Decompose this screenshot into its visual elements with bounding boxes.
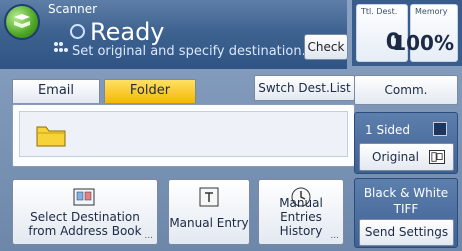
scan-type-group: 1 Sided Original xyxy=(354,112,458,174)
address-book-icon xyxy=(73,188,95,206)
comm-status-print-button[interactable]: Comm. Status/Print xyxy=(354,75,458,125)
destination-tabs: Email Folder Swtch Dest.List xyxy=(12,75,355,103)
send-mode: Black & White TIFF xyxy=(355,185,457,217)
tab-email[interactable]: Email xyxy=(12,79,100,103)
sided-label: 1 Sided xyxy=(365,123,411,137)
tab-folder[interactable]: Folder xyxy=(104,79,196,103)
folder-icon xyxy=(36,126,66,147)
original-orientation-icon xyxy=(429,150,445,164)
switch-dest-list-button[interactable]: Swtch Dest.List xyxy=(254,75,355,101)
header-bar: Scanner Ready Set original and specify d… xyxy=(0,0,348,69)
status-text: Ready xyxy=(90,18,165,46)
ready-status-icon xyxy=(70,24,85,39)
address-book-ellipsis: ... xyxy=(144,231,153,241)
memory-value: 100% xyxy=(392,31,454,55)
app-name: Scanner xyxy=(48,2,98,16)
manual-entries-history-button[interactable]: Manual Entries History ... xyxy=(258,179,344,245)
address-book-line1: Select Destination xyxy=(30,210,140,224)
send-settings-button[interactable]: Send Settings xyxy=(359,219,454,246)
check-button[interactable]: Check xyxy=(304,34,348,60)
destination-field[interactable] xyxy=(19,111,348,157)
scanner-app-icon xyxy=(4,4,40,40)
scanner-screen: Scanner Ready Set original and specify d… xyxy=(0,0,462,251)
scanner-dots-icon xyxy=(54,42,68,52)
sided-icon xyxy=(433,122,447,136)
destination-panel xyxy=(12,104,355,167)
send-settings-group: Black & White TIFF Send Settings xyxy=(354,178,458,248)
manual-entry-button[interactable]: Manual Entry xyxy=(168,179,250,245)
select-from-address-book-button[interactable]: Select Destination from Address Book ... xyxy=(12,179,158,245)
text-entry-icon xyxy=(199,187,219,207)
manual-entry-label: Manual Entry xyxy=(169,216,249,230)
original-button[interactable]: Original xyxy=(359,143,454,171)
send-mode-line1: Black & White xyxy=(363,186,449,200)
send-mode-line2: TIFF xyxy=(393,202,419,216)
ttl-dest-label: Ttl. Dest. xyxy=(361,7,398,16)
counter-panel: Ttl. Dest. 0 Memory 100% xyxy=(352,0,462,66)
status-message: Set original and specify destination. xyxy=(72,44,306,59)
history-ellipsis: ... xyxy=(330,231,339,241)
address-book-line2: from Address Book xyxy=(28,224,142,238)
memory-label: Memory xyxy=(415,7,448,16)
history-line1: Manual Entries xyxy=(279,196,323,224)
memory-box: Memory 100% xyxy=(392,4,458,62)
original-label: Original xyxy=(372,150,419,164)
